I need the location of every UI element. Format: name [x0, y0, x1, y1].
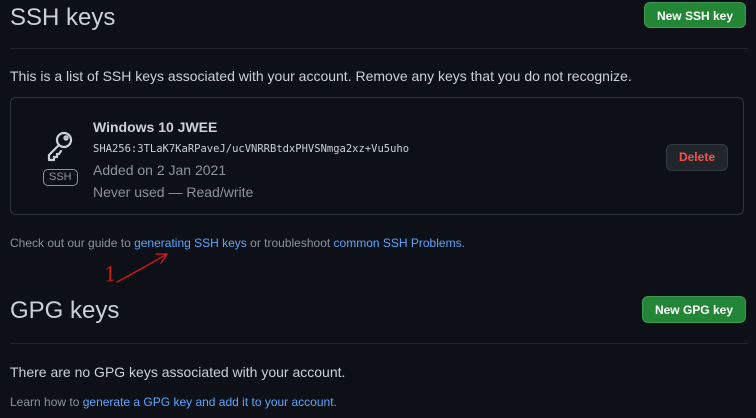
- key-added-date: Added on 2 Jan 2021: [93, 162, 227, 178]
- gpg-learn-suffix: .: [333, 395, 337, 409]
- ssh-key-card: SSH Windows 10 JWEE SHA256:3TLaK7KaRPave…: [10, 97, 744, 215]
- key-icon: [45, 131, 75, 166]
- ssh-section-header: SSH keys New SSH key: [10, 0, 748, 49]
- ssh-type-badge: SSH: [43, 169, 78, 186]
- generate-gpg-key-link[interactable]: generate a GPG key and add it to your ac…: [83, 395, 334, 409]
- key-title: Windows 10 JWEE: [93, 119, 218, 135]
- key-info: Windows 10 JWEE SHA256:3TLaK7KaRPaveJ/uc…: [93, 117, 409, 203]
- ssh-guide-note: Check out our guide to generating SSH ke…: [10, 236, 465, 250]
- ssh-guide-suffix: .: [461, 236, 465, 250]
- new-ssh-key-button[interactable]: New SSH key: [643, 2, 746, 28]
- gpg-learn-prefix: Learn how to: [10, 395, 83, 409]
- gpg-empty-message: There are no GPG keys associated with yo…: [10, 364, 346, 380]
- gpg-section-header: GPG keys New GPG key: [10, 295, 748, 344]
- annotation-arrow-shaft: [116, 253, 168, 283]
- ssh-description: This is a list of SSH keys associated wi…: [10, 68, 632, 84]
- common-ssh-problems-link[interactable]: common SSH Problems: [334, 236, 462, 250]
- key-usage: Never used — Read/write: [93, 184, 254, 200]
- annotation-arrow-head: [155, 253, 168, 264]
- gpg-section-title: GPG keys: [10, 297, 120, 324]
- delete-key-button[interactable]: Delete: [665, 144, 728, 171]
- key-fingerprint: SHA256:3TLaK7KaRPaveJ/ucVNRRBtdxPHVSNmga…: [93, 143, 410, 155]
- gpg-learn-note: Learn how to generate a GPG key and add …: [10, 395, 337, 409]
- hand-drawn-annotation: 1: [100, 248, 175, 288]
- ssh-section-title: SSH keys: [10, 4, 116, 31]
- new-gpg-key-button[interactable]: New GPG key: [641, 296, 746, 323]
- key-icon-group: SSH: [43, 130, 78, 186]
- ssh-guide-middle: or troubleshoot: [246, 236, 334, 250]
- settings-page: SSH keys New SSH key This is a list of S…: [0, 0, 756, 418]
